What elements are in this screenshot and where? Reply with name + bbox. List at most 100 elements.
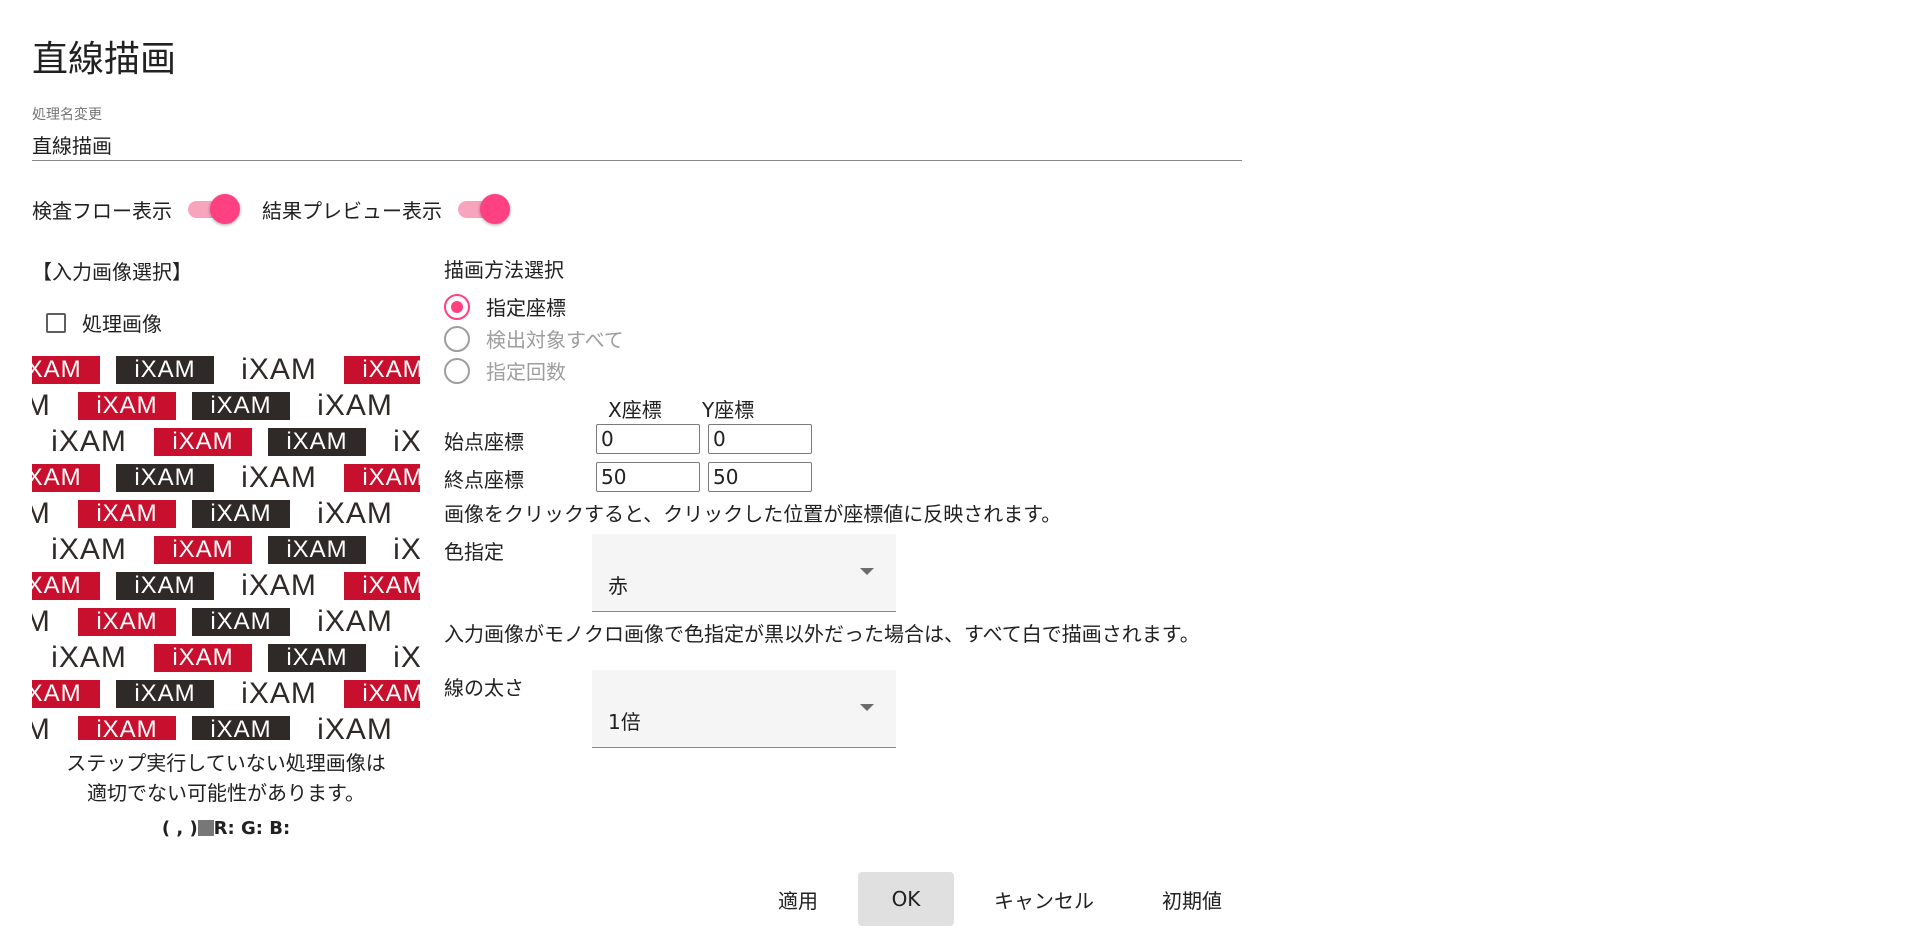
x-coordinate-header: X座標 [608, 398, 662, 422]
pixel-rgb: R: G: B: [213, 818, 291, 839]
reset-button[interactable]: 初期値 [1144, 872, 1240, 926]
end-y-input[interactable] [708, 462, 812, 492]
logo-tile: iXAM [154, 536, 252, 564]
line-width-select-value: 1倍 [608, 710, 641, 734]
logo-tile: iXAM [78, 716, 176, 740]
preview-tile-row: iXAMiXAMiXAMiXAMiXAMiXAMiXAM [32, 712, 420, 740]
logo-tile: iXAM [51, 425, 127, 458]
start-x-input[interactable] [596, 424, 700, 454]
end-x-input[interactable] [596, 462, 700, 492]
logo-tile: iXAM [317, 389, 393, 422]
preview-tile-row: iXAMiXAMiXAMiXAMiXAMiXAMiXAM [32, 640, 420, 676]
color-select[interactable]: 赤 [592, 534, 896, 612]
line-width-label: 線の太さ [444, 676, 524, 700]
color-label: 色指定 [444, 540, 504, 564]
logo-tile: iXAM [32, 356, 100, 384]
logo-tile: iXAM [268, 428, 366, 456]
apply-button[interactable]: 適用 [758, 872, 838, 926]
pixel-info: ( , ) R: G: B: [32, 818, 420, 839]
radio-all-detected[interactable]: 検出対象すべて [444, 324, 624, 353]
logo-tile: iXAM [317, 605, 393, 638]
processed-image-checkbox-row[interactable]: 処理画像 [46, 308, 162, 337]
logo-tile: iXAM [78, 500, 176, 528]
radio-button[interactable] [444, 325, 470, 352]
logo-tile: iXAM [78, 608, 176, 636]
preview-tile-row: iXAMiXAMiXAMiXAMiXAMiXAMiXAM [32, 568, 420, 604]
start-y-input[interactable] [708, 424, 812, 454]
logo-tile: iXAM [241, 569, 317, 602]
chevron-down-icon [860, 704, 874, 711]
logo-tile: iXAM [51, 641, 127, 674]
start-point-label: 始点座標 [444, 430, 524, 454]
flow-display-toggle[interactable] [186, 194, 240, 224]
input-image-title: 【入力画像選択】 [32, 260, 192, 284]
logo-tile: iXAM [116, 464, 214, 492]
logo-tile: iXAM [393, 641, 420, 674]
logo-tile: iXAM [317, 713, 393, 740]
processed-image-checkbox[interactable] [46, 312, 66, 333]
logo-tile: iXAM [32, 389, 51, 422]
coordinate-hint: 画像をクリックすると、クリックした位置が座標値に反映されます。 [444, 502, 1062, 526]
radio-label: 指定座標 [486, 296, 566, 320]
logo-tile: iXAM [116, 356, 214, 384]
logo-tile: iXAM [393, 425, 420, 458]
preview-display-toggle[interactable] [456, 194, 510, 224]
radio-label: 指定回数 [486, 360, 566, 384]
line-width-select[interactable]: 1倍 [592, 670, 896, 748]
logo-tile: iXAM [32, 713, 51, 740]
end-point-label: 終点座標 [444, 468, 524, 492]
logo-tile: iXAM [32, 572, 100, 600]
logo-tile: iXAM [192, 716, 290, 740]
preview-tile-row: iXAMiXAMiXAMiXAMiXAMiXAMiXAM [32, 388, 420, 424]
radio-button[interactable] [444, 293, 470, 320]
preview-tile-row: iXAMiXAMiXAMiXAMiXAMiXAMiXAM [32, 496, 420, 532]
logo-tile: iXAM [241, 353, 317, 386]
color-select-value: 赤 [608, 574, 628, 598]
logo-tile: iXAM [116, 680, 214, 708]
logo-tile: iXAM [344, 464, 420, 492]
cancel-button[interactable]: キャンセル [974, 872, 1114, 926]
monochrome-note: 入力画像がモノクロ画像で色指定が黒以外だった場合は、すべて白で描画されます。 [444, 622, 1200, 646]
rename-input[interactable] [32, 128, 1242, 161]
image-warning-line1: ステップ実行していない処理画像は [66, 751, 386, 775]
logo-tile: iXAM [154, 428, 252, 456]
preview-tile-row: iXAMiXAMiXAMiXAMiXAMiXAMiXAM [32, 352, 420, 388]
logo-tile: iXAM [344, 680, 420, 708]
logo-tile: iXAM [317, 497, 393, 530]
logo-tile: iXAM [393, 533, 420, 566]
logo-tile: iXAM [268, 644, 366, 672]
pixel-color-swatch [197, 820, 214, 836]
logo-tile: iXAM [192, 500, 290, 528]
radio-specified-coordinates[interactable]: 指定座標 [444, 292, 566, 321]
preview-tile-row: iXAMiXAMiXAMiXAMiXAMiXAMiXAM [32, 532, 420, 568]
radio-button[interactable] [444, 357, 470, 384]
image-preview[interactable]: iXAM iXAM iXAM iXAM iXAM iXAM iXAM iXAM iXAM iXAM… [32, 352, 420, 740]
dialog-title: 直線描画 [32, 39, 177, 80]
logo-tile: iXAM [51, 533, 127, 566]
logo-tile: iXAM [154, 644, 252, 672]
logo-tile: iXAM [268, 536, 366, 564]
y-coordinate-header: Y座標 [702, 398, 755, 422]
chevron-down-icon [860, 568, 874, 575]
logo-tile: iXAM [32, 497, 51, 530]
radio-label: 検出対象すべて [486, 328, 624, 352]
logo-tile: iXAM [32, 464, 100, 492]
preview-display-label: 結果プレビュー表示 [262, 198, 442, 223]
preview-tile-row: iXAMiXAMiXAMiXAMiXAMiXAMiXAM [32, 424, 420, 460]
radio-specified-count[interactable]: 指定回数 [444, 356, 566, 385]
pixel-coords: ( , ) [161, 818, 198, 839]
draw-method-title: 描画方法選択 [444, 258, 564, 282]
flow-display-label: 検査フロー表示 [32, 198, 172, 223]
ok-button[interactable]: OK [858, 872, 954, 926]
logo-tile: iXAM [344, 356, 420, 384]
toggle-row: 検査フロー表示 結果プレビュー表示 [32, 194, 532, 224]
image-warning-line2: 適切でない可能性があります。 [87, 781, 365, 805]
image-warning: ステップ実行していない処理画像は 適切でない可能性があります。 [32, 748, 420, 808]
logo-tile: iXAM [116, 572, 214, 600]
toggle-thumb [480, 194, 510, 224]
logo-tile: iXAM [241, 677, 317, 710]
rename-label: 処理名変更 [32, 107, 102, 123]
preview-tile-row: iXAMiXAMiXAMiXAMiXAMiXAMiXAM [32, 460, 420, 496]
logo-tile: iXAM [241, 461, 317, 494]
logo-tile: iXAM [344, 572, 420, 600]
